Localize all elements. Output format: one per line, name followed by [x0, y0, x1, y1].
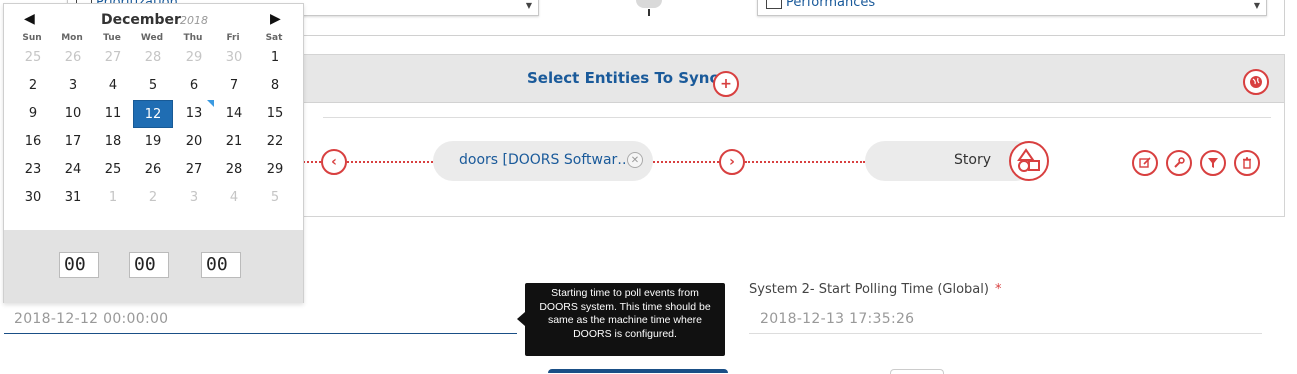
- edit-icon[interactable]: [1132, 150, 1158, 176]
- calendar-day[interactable]: 29: [255, 156, 295, 184]
- calendar-day[interactable]: 26: [133, 156, 173, 184]
- grid-icon: [766, 0, 782, 9]
- calendar-day[interactable]: 3: [174, 184, 214, 212]
- calendar-day[interactable]: 7: [214, 72, 254, 100]
- top-right-select[interactable]: Performances ▼: [757, 0, 1267, 16]
- calendar-day[interactable]: 12: [133, 100, 173, 128]
- calendar-day[interactable]: 20: [174, 128, 214, 156]
- shapes-icon[interactable]: [1009, 141, 1049, 181]
- calendar-day[interactable]: 13: [174, 100, 214, 128]
- calendar-day[interactable]: 11: [93, 100, 133, 128]
- calendar-day[interactable]: 23: [13, 156, 53, 184]
- system1-start-time-input[interactable]: 2018-12-12 00:00:00: [14, 311, 168, 327]
- secondary-button[interactable]: [890, 369, 944, 374]
- calendar-day[interactable]: 25: [13, 44, 53, 72]
- weekday-header: Sun: [22, 33, 42, 43]
- system2-start-time-label: System 2- Start Polling Time (Global) *: [749, 282, 1001, 297]
- calendar-day[interactable]: 14: [214, 100, 254, 128]
- add-entity-button[interactable]: +: [713, 71, 739, 97]
- minutes-input[interactable]: 00: [129, 252, 169, 278]
- connector-line: [648, 9, 650, 16]
- calendar-day[interactable]: 18: [93, 128, 133, 156]
- panel-title: Select Entities To Sync: [527, 69, 719, 87]
- link-line: [653, 161, 719, 163]
- calendar-year: 2018: [180, 14, 208, 27]
- calendar-day[interactable]: 8: [255, 72, 295, 100]
- calendar-day[interactable]: 31: [53, 184, 93, 212]
- panel-divider: [323, 117, 1271, 118]
- globe-icon[interactable]: [1243, 69, 1269, 95]
- system2-label-text: System 2- Start Polling Time (Global): [749, 282, 989, 297]
- top-right-select-value: Performances: [786, 0, 876, 10]
- entity-sync-panel: Select Entities To Sync + ‹ doors [DOORS…: [296, 54, 1285, 217]
- chevron-left-icon[interactable]: ‹: [321, 149, 347, 175]
- weekday-header: Thu: [183, 33, 203, 43]
- required-marker: *: [994, 282, 1002, 297]
- calendar-day[interactable]: 3: [53, 72, 93, 100]
- calendar-day[interactable]: 28: [133, 44, 173, 72]
- calendar-day[interactable]: 19: [133, 128, 173, 156]
- calendar-day[interactable]: 6: [174, 72, 214, 100]
- calendar-day[interactable]: 26: [53, 44, 93, 72]
- chevron-down-icon: ▼: [525, 1, 532, 10]
- calendar-day[interactable]: 2: [133, 184, 173, 212]
- calendar-day[interactable]: 25: [93, 156, 133, 184]
- calendar-day[interactable]: 4: [93, 72, 133, 100]
- right-entity-label: Story: [954, 152, 991, 168]
- frame-divider: [280, 35, 1285, 36]
- close-icon[interactable]: ✕: [627, 152, 643, 168]
- left-entity-pill[interactable]: doors [DOORS Softwar… ✕: [433, 141, 653, 181]
- time-picker: 00 00 00: [4, 230, 303, 303]
- field-underline: [4, 333, 517, 334]
- calendar-day[interactable]: 5: [133, 72, 173, 100]
- link-line: [347, 161, 433, 163]
- panel-header: Select Entities To Sync +: [297, 55, 1284, 103]
- calendar-day[interactable]: 17: [53, 128, 93, 156]
- trash-icon[interactable]: [1234, 150, 1260, 176]
- date-picker-popup: ◀ December 2018 ▶ Sun Mon Tue Wed Thu Fri Sat …: [3, 3, 304, 303]
- calendar-day[interactable]: 16: [13, 128, 53, 156]
- tooltip: Starting time to poll events from DOORS …: [525, 283, 725, 356]
- calendar-day[interactable]: 29: [174, 44, 214, 72]
- prev-month-button[interactable]: ◀: [24, 11, 35, 27]
- calendar-day[interactable]: 9: [13, 100, 53, 128]
- next-month-button[interactable]: ▶: [270, 11, 281, 27]
- weekday-header: Wed: [140, 33, 164, 43]
- calendar-month: December: [101, 12, 181, 28]
- weekday-header: Fri: [226, 33, 240, 43]
- weekday-header: Tue: [103, 33, 121, 43]
- calendar-day[interactable]: 4: [214, 184, 254, 212]
- primary-button[interactable]: [548, 369, 728, 373]
- calendar-day[interactable]: 15: [255, 100, 295, 128]
- field-underline: [749, 333, 1262, 334]
- hours-input[interactable]: 00: [59, 252, 99, 278]
- connector-node: [636, 0, 662, 8]
- seconds-input[interactable]: 00: [201, 252, 241, 278]
- filter-icon[interactable]: [1200, 150, 1226, 176]
- calendar-day[interactable]: 27: [93, 44, 133, 72]
- date-picker-header: ◀ December 2018 ▶: [4, 10, 303, 30]
- calendar-day[interactable]: 5: [255, 184, 295, 212]
- calendar-day[interactable]: 1: [93, 184, 133, 212]
- calendar-day[interactable]: 21: [214, 128, 254, 156]
- weekday-header: Sat: [265, 33, 283, 43]
- weekday-header: Mon: [61, 33, 83, 43]
- wrench-icon[interactable]: [1166, 150, 1192, 176]
- chevron-down-icon: ▼: [1253, 1, 1260, 10]
- link-line: [745, 161, 865, 163]
- left-entity-label: doors [DOORS Softwar…: [459, 152, 632, 168]
- frame-divider: [1284, 0, 1285, 36]
- calendar-day[interactable]: 10: [53, 100, 93, 128]
- calendar-day[interactable]: 28: [214, 156, 254, 184]
- calendar-day[interactable]: 1: [255, 44, 295, 72]
- calendar-day[interactable]: 30: [214, 44, 254, 72]
- calendar-day[interactable]: 2: [13, 72, 53, 100]
- calendar-day[interactable]: 24: [53, 156, 93, 184]
- system2-start-time-input[interactable]: 2018-12-13 17:35:26: [760, 311, 914, 327]
- tooltip-arrow: [517, 312, 525, 326]
- calendar-day[interactable]: 27: [174, 156, 214, 184]
- chevron-right-icon[interactable]: ›: [719, 149, 745, 175]
- calendar-day[interactable]: 30: [13, 184, 53, 212]
- calendar-day[interactable]: 22: [255, 128, 295, 156]
